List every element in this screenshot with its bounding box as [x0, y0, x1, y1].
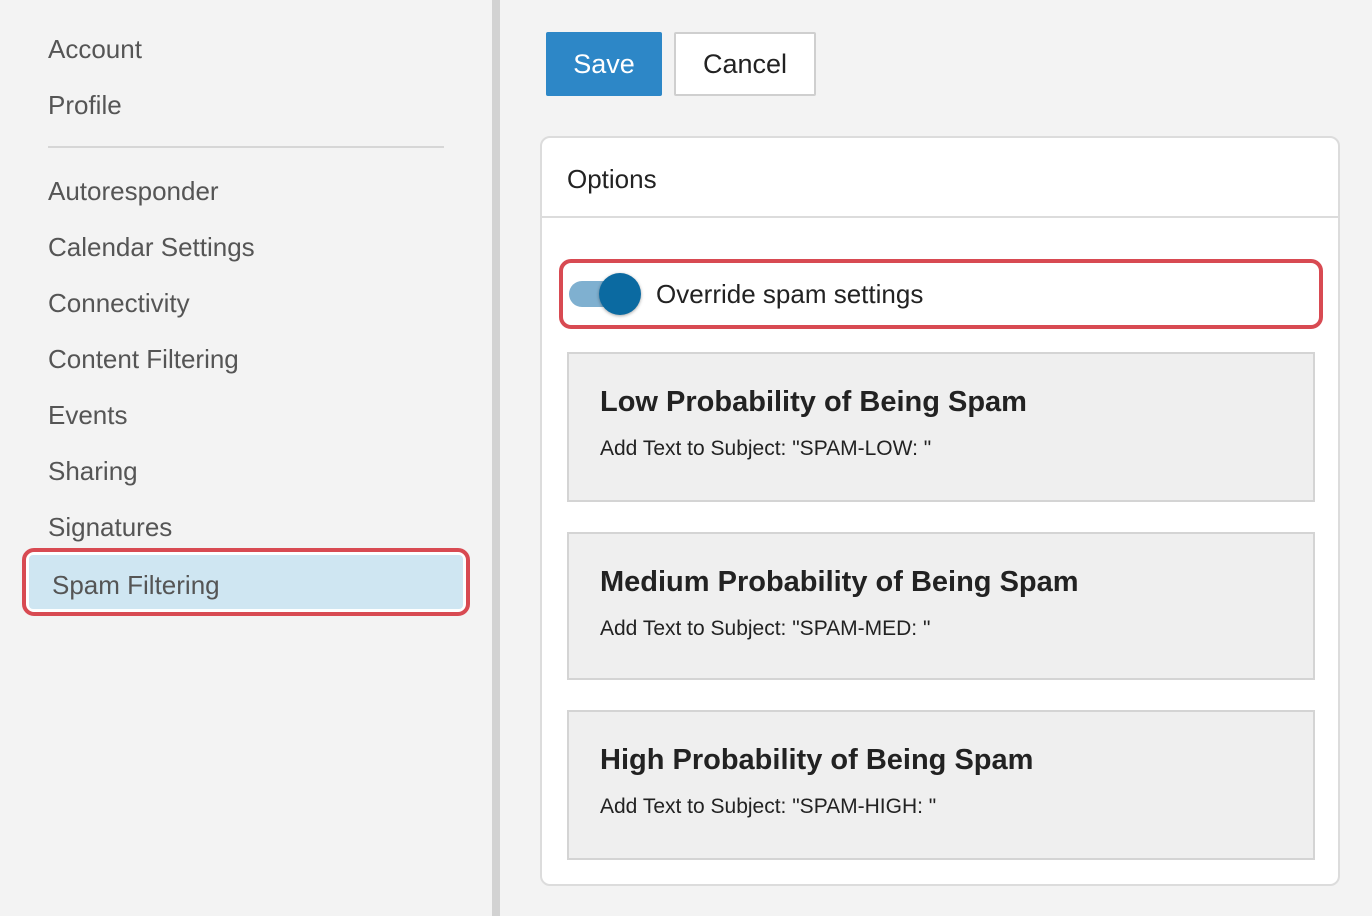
- selected-item-highlight: Spam Filtering: [29, 555, 463, 609]
- sidebar-item-connectivity[interactable]: Connectivity: [48, 287, 190, 319]
- sidebar-divider: [48, 146, 444, 148]
- low-spam-title: Low Probability of Being Spam: [600, 386, 1027, 418]
- sidebar-item-content-filtering[interactable]: Content Filtering: [48, 343, 239, 375]
- options-panel: Options Override spam settings Low Proba…: [540, 136, 1340, 886]
- high-spam-title: High Probability of Being Spam: [600, 744, 1034, 776]
- sidebar-item-autoresponder[interactable]: Autoresponder: [48, 175, 219, 207]
- low-spam-desc: Add Text to Subject: "SPAM-LOW: ": [600, 437, 932, 460]
- high-spam-desc: Add Text to Subject: "SPAM-HIGH: ": [600, 795, 937, 818]
- medium-spam-card[interactable]: Medium Probability of Being Spam Add Tex…: [567, 532, 1315, 680]
- options-panel-header: Options: [542, 138, 1338, 218]
- high-spam-card[interactable]: High Probability of Being Spam Add Text …: [567, 710, 1315, 860]
- sidebar-item-calendar-settings[interactable]: Calendar Settings: [48, 231, 255, 263]
- sidebar-item-events[interactable]: Events: [48, 399, 128, 431]
- sidebar-item-spam-filtering[interactable]: Spam Filtering: [22, 548, 470, 616]
- toggle-knob: [599, 273, 641, 315]
- settings-sidebar: Account Profile Autoresponder Calendar S…: [0, 0, 492, 916]
- sidebar-item-profile[interactable]: Profile: [48, 89, 122, 121]
- cancel-button[interactable]: Cancel: [674, 32, 816, 96]
- sidebar-item-signatures[interactable]: Signatures: [48, 511, 172, 543]
- options-panel-title: Options: [567, 164, 657, 194]
- pane-splitter[interactable]: [492, 0, 500, 916]
- medium-spam-desc: Add Text to Subject: "SPAM-MED: ": [600, 617, 931, 640]
- medium-spam-title: Medium Probability of Being Spam: [600, 566, 1079, 598]
- override-spam-toggle[interactable]: Override spam settings: [559, 259, 1323, 329]
- sidebar-item-sharing[interactable]: Sharing: [48, 455, 138, 487]
- save-button[interactable]: Save: [546, 32, 662, 96]
- sidebar-item-account[interactable]: Account: [48, 33, 142, 65]
- sidebar-item-label: Spam Filtering: [52, 570, 220, 600]
- override-spam-label: Override spam settings: [656, 279, 924, 309]
- low-spam-card[interactable]: Low Probability of Being Spam Add Text t…: [567, 352, 1315, 502]
